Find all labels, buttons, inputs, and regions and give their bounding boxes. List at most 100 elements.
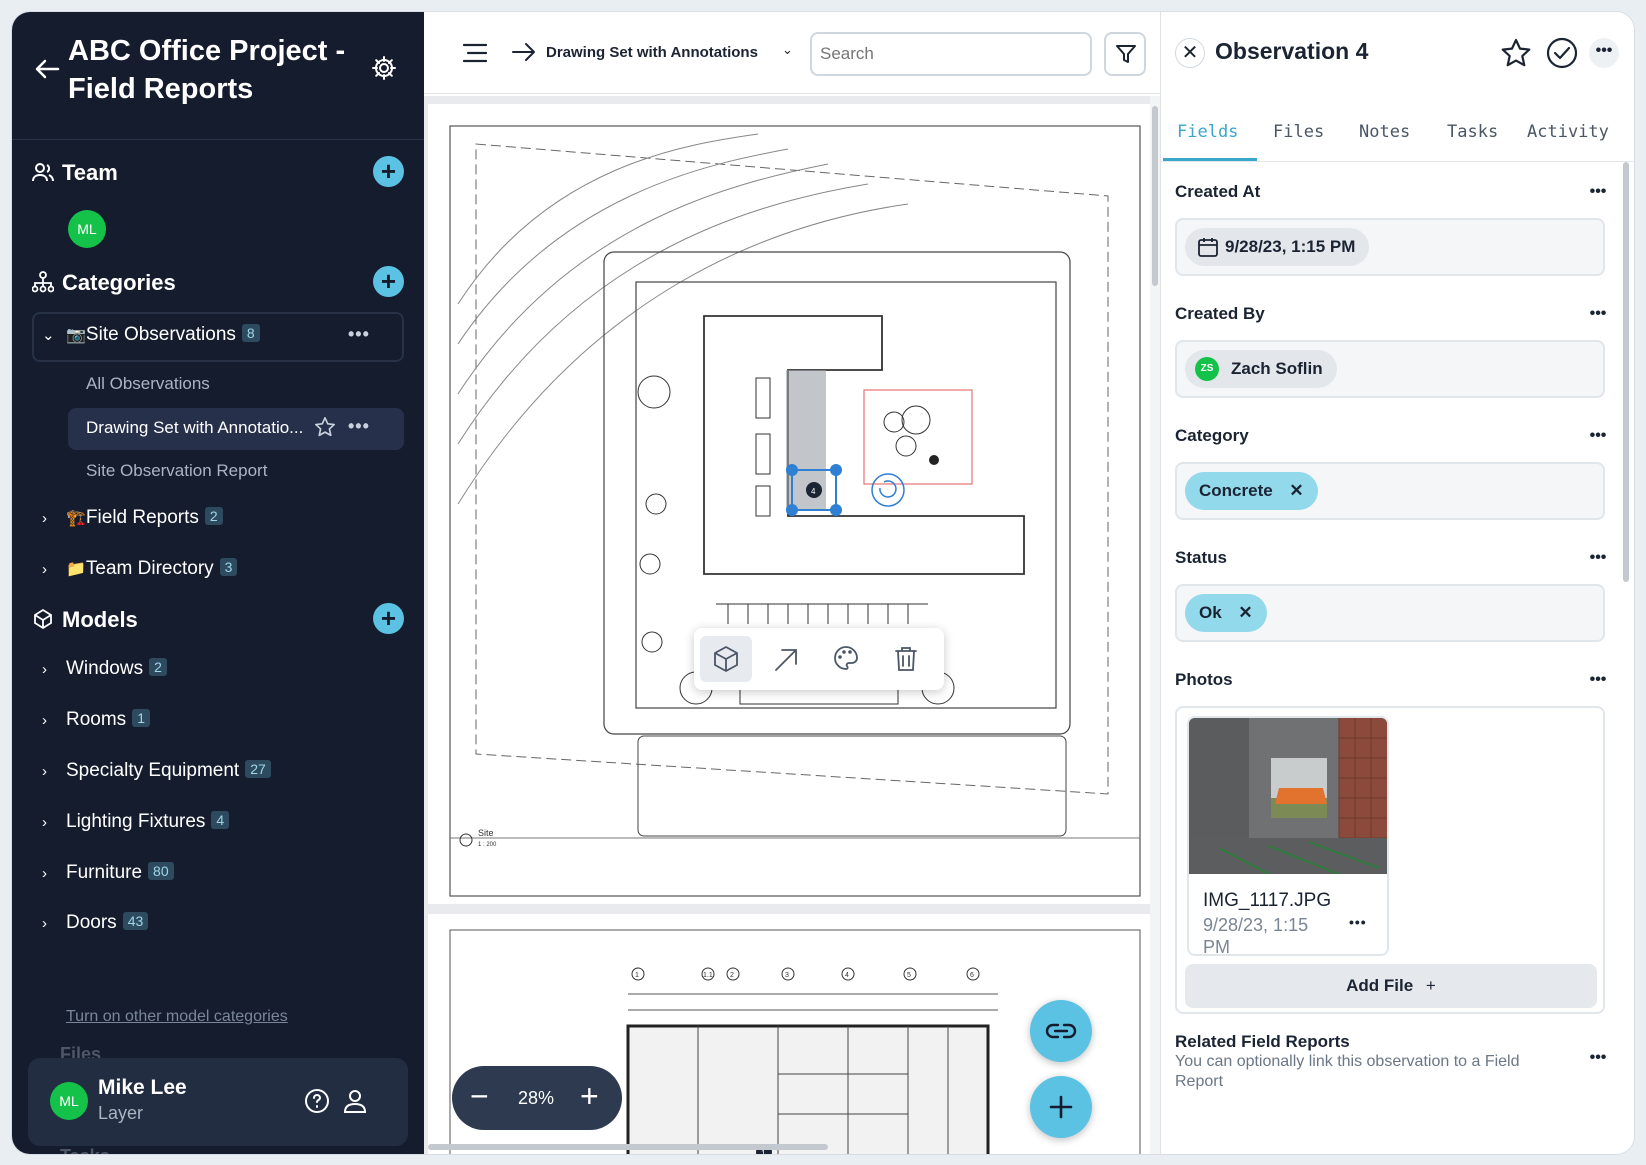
more-icon[interactable]: ••• — [1583, 548, 1613, 574]
panel-scrollbar-thumb[interactable] — [1623, 162, 1629, 582]
more-icon[interactable]: ••• — [348, 324, 370, 345]
chevron-right-icon[interactable]: › — [42, 915, 56, 932]
status-field[interactable]: Ok ✕ — [1175, 584, 1605, 642]
field-label-category: Category — [1175, 426, 1249, 445]
model-row-lighting-fixtures[interactable]: › Lighting Fixtures 4 — [42, 811, 230, 833]
date-chip: 9/28/23, 1:15 PM — [1185, 228, 1370, 266]
model-row-windows[interactable]: › Windows 2 — [42, 658, 167, 680]
turn-on-model-categories-link[interactable]: Turn on other model categories — [66, 1008, 288, 1026]
field-label-created-by: Created By — [1175, 304, 1265, 323]
count-badge: 80 — [148, 862, 174, 880]
drawing-canvas[interactable]: Site 1 : 200 4 1 1.1 2 3 4 5 6 1 − 28% + — [424, 96, 1150, 1154]
chevron-down-icon[interactable]: ⌄ — [42, 326, 56, 344]
more-icon[interactable]: ••• — [1583, 1048, 1613, 1074]
link-button[interactable] — [1030, 1000, 1092, 1062]
diagonal-arrow-icon — [775, 649, 797, 671]
zoom-in-button[interactable]: + — [580, 1078, 599, 1114]
tab-activity[interactable]: Activity — [1527, 122, 1609, 142]
chevron-right-icon[interactable]: › — [42, 763, 56, 780]
chevron-right-icon[interactable]: › — [42, 712, 56, 729]
scrollbar-thumb[interactable] — [1152, 106, 1158, 286]
palette-icon — [834, 646, 858, 670]
model-row-doors[interactable]: › Doors 43 — [42, 912, 149, 934]
sidebar: ABC Office Project - Field Reports Team … — [12, 12, 424, 1154]
photo-file-name: IMG_1117.JPG — [1203, 890, 1332, 911]
zoom-level: 28% — [518, 1088, 555, 1108]
zoom-out-button[interactable]: − — [470, 1078, 489, 1114]
site-observations-label: Site Observations — [85, 324, 236, 345]
category-chip: Concrete ✕ — [1185, 472, 1318, 510]
models-label: Models — [62, 607, 138, 632]
model-link-button[interactable] — [700, 636, 752, 682]
breadcrumb-drawing-set[interactable]: Drawing Set with Annotations — [546, 44, 758, 61]
more-icon[interactable]: ••• — [1583, 670, 1613, 696]
sub-item-site-observation-report[interactable]: Site Observation Report — [86, 461, 267, 481]
add-model-button[interactable]: + — [373, 603, 404, 634]
tab-notes[interactable]: Notes — [1359, 122, 1410, 142]
vertical-scrollbar[interactable] — [1150, 96, 1160, 1154]
team-icon — [32, 163, 54, 182]
star-icon[interactable] — [314, 416, 336, 438]
user-avatar: ZS — [1195, 357, 1219, 381]
chevron-right-icon[interactable]: › — [42, 865, 56, 882]
more-icon[interactable]: ••• — [348, 416, 370, 437]
close-panel-button[interactable]: ✕ — [1175, 38, 1205, 68]
models-icon — [34, 608, 52, 630]
model-row-rooms[interactable]: › Rooms 1 — [42, 709, 150, 731]
gear-icon[interactable] — [370, 54, 398, 82]
search-input[interactable] — [810, 32, 1092, 76]
check-circle-icon[interactable] — [1545, 36, 1579, 70]
scrollbar-thumb[interactable] — [428, 1144, 828, 1150]
model-label: Specialty Equipment — [66, 760, 240, 781]
created-at-field[interactable]: 9/28/23, 1:15 PM — [1175, 218, 1605, 276]
star-icon[interactable] — [1499, 36, 1533, 70]
color-tool-button[interactable] — [820, 636, 872, 682]
chevron-right-icon[interactable]: › — [42, 814, 56, 831]
photo-card[interactable]: IMG_1117.JPG 9/28/23, 1:15 PM ••• — [1187, 716, 1389, 956]
more-options-button[interactable]: ••• — [1589, 38, 1619, 68]
created-by-field[interactable]: ZS Zach Soflin — [1175, 340, 1605, 398]
filter-button[interactable] — [1104, 32, 1146, 76]
grid-label: 5 — [907, 972, 911, 979]
remove-icon[interactable]: ✕ — [1289, 481, 1303, 500]
add-category-button[interactable]: + — [373, 266, 404, 297]
tab-fields[interactable]: Fields — [1177, 122, 1238, 142]
site-observations-row[interactable]: ⌄ 📷Site Observations 8 — [42, 324, 260, 346]
more-icon[interactable]: ••• — [1349, 914, 1367, 930]
menu-icon[interactable] — [462, 42, 488, 64]
model-row-specialty-equipment[interactable]: › Specialty Equipment 27 — [42, 760, 271, 782]
user-card[interactable]: ML Mike Lee Layer — [28, 1058, 408, 1146]
more-icon[interactable]: ••• — [1583, 304, 1613, 330]
add-file-label: Add File — [1346, 976, 1414, 995]
arrow-tool-button[interactable] — [760, 636, 812, 682]
tab-files[interactable]: Files — [1273, 122, 1324, 142]
field-reports-label: Field Reports — [85, 507, 199, 528]
remove-icon[interactable]: ✕ — [1238, 603, 1252, 622]
add-file-button[interactable]: Add File + — [1185, 964, 1597, 1008]
chevron-right-icon[interactable]: › — [42, 561, 56, 578]
horizontal-scrollbar[interactable] — [424, 1142, 1150, 1152]
user-profile-icon[interactable] — [342, 1088, 368, 1114]
field-reports-row[interactable]: › 🏗️Field Reports 2 — [42, 507, 223, 529]
category-field[interactable]: Concrete ✕ — [1175, 462, 1605, 520]
sub-item-drawing-set-label[interactable]: Drawing Set with Annotatio... — [86, 418, 303, 438]
add-team-member-button[interactable]: + — [373, 156, 404, 187]
count-badge: 2 — [149, 658, 167, 676]
field-label-status: Status — [1175, 548, 1227, 567]
chevron-down-icon[interactable]: ⌄ — [782, 42, 793, 58]
back-arrow-icon[interactable] — [32, 54, 62, 84]
chevron-right-icon[interactable]: › — [42, 510, 56, 527]
chevron-right-icon[interactable]: › — [42, 661, 56, 678]
help-icon[interactable] — [304, 1088, 330, 1114]
model-row-furniture[interactable]: › Furniture 80 — [42, 862, 174, 884]
team-member-avatar[interactable]: ML — [68, 210, 106, 248]
more-icon[interactable]: ••• — [1583, 426, 1613, 452]
categories-label: Categories — [62, 270, 176, 295]
tab-tasks[interactable]: Tasks — [1447, 122, 1498, 142]
more-icon[interactable]: ••• — [1583, 182, 1613, 208]
delete-annotation-button[interactable] — [880, 636, 932, 682]
sub-item-all-observations[interactable]: All Observations — [86, 374, 210, 394]
link-icon — [1045, 1023, 1077, 1039]
add-observation-button[interactable] — [1030, 1076, 1092, 1138]
team-directory-row[interactable]: › 📁Team Directory 3 — [42, 558, 238, 580]
